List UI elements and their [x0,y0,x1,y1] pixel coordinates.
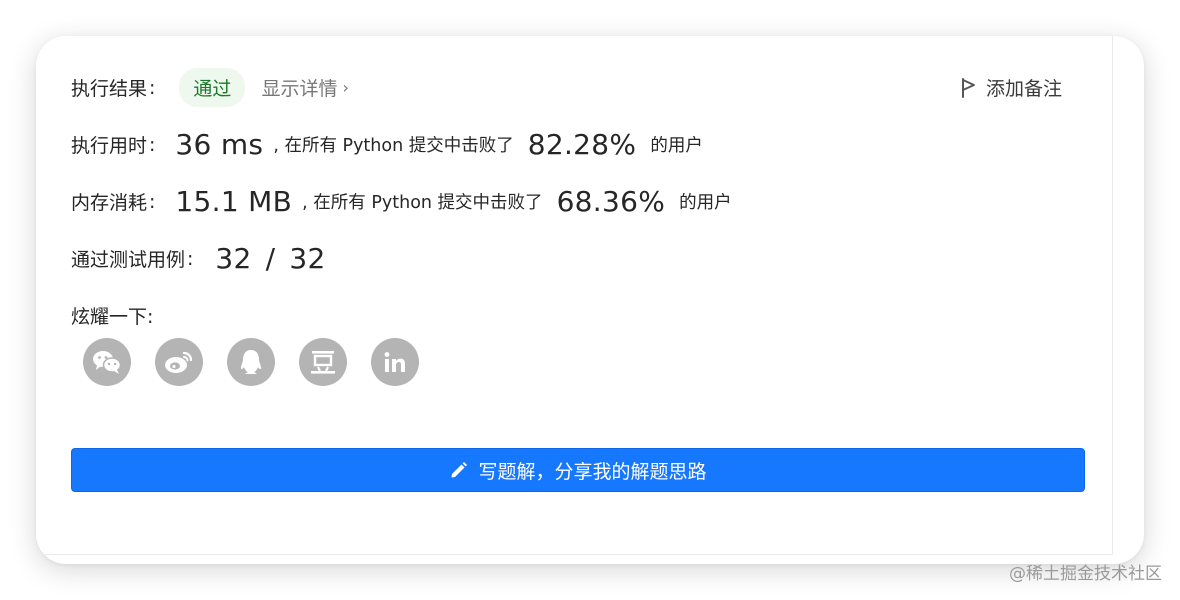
share-title: 炫耀一下: [71,306,154,328]
runtime-beat-text: , 在所有 Python 提交中击败了 [273,136,514,156]
flag-icon [961,77,975,98]
share-buttons [83,338,443,386]
write-solution-button[interactable]: 写题解，分享我的解题思路 [71,448,1085,492]
tests-colon: : [187,247,194,270]
watermark: @稀土掘金技术社区 [1009,564,1162,584]
share-douban-button[interactable] [299,338,347,386]
memory-beat-text: , 在所有 Python 提交中击败了 [302,193,543,213]
show-details-label: 显示详情 [261,78,338,100]
tests-label: 通过测试用例 [71,249,186,271]
memory-users-text: 的用户 [679,193,732,213]
pencil-icon [451,462,468,478]
add-note-button[interactable]: 添加备注 [961,74,1062,101]
douban-icon [311,351,335,374]
runtime-label: 执行用时 [71,135,148,157]
memory-value: 15.1 MB [175,185,293,218]
tests-passed: 32 [215,242,252,275]
status-badge: 通过 [179,68,246,107]
weibo-icon [165,351,193,373]
wechat-icon [93,351,122,374]
share-linkedin-button[interactable] [371,338,419,386]
share-wechat-button[interactable] [83,338,131,386]
share-qq-button[interactable] [227,338,275,386]
runtime-percent: 82.28% [527,128,637,161]
memory-percent: 68.36% [556,185,666,218]
result-frame: 执行结果 : 通过 显示详情 › 添加备注 执行用时 : 36 ms , 在所有… [36,36,1144,564]
runtime-value: 36 ms [175,128,264,161]
write-solution-label: 写题解，分享我的解题思路 [478,460,707,483]
result-row: 执行结果 : 通过 显示详情 › [71,68,349,107]
submission-result-card: 执行结果 : 通过 显示详情 › 添加备注 执行用时 : 36 ms , 在所有… [36,36,1113,555]
memory-row: 内存消耗 : 15.1 MB , 在所有 Python 提交中击败了 68.36… [71,185,732,218]
chevron-right-icon: › [342,78,349,97]
tests-total: 32 [289,242,326,275]
memory-colon: : [149,190,156,213]
share-weibo-button[interactable] [155,338,203,386]
tests-row: 通过测试用例 : 32 / 32 [71,242,326,275]
runtime-row: 执行用时 : 36 ms , 在所有 Python 提交中击败了 82.28% … [71,128,703,161]
qq-icon [241,350,261,374]
add-note-label: 添加备注 [985,78,1062,100]
runtime-colon: : [149,133,156,156]
linkedin-icon [384,352,405,372]
result-colon: : [149,76,156,99]
runtime-users-text: 的用户 [650,136,703,156]
show-details-link[interactable]: 显示详情 › [261,74,348,101]
result-label: 执行结果 [71,78,148,100]
tests-separator: / [265,242,276,275]
memory-label: 内存消耗 [71,192,148,214]
